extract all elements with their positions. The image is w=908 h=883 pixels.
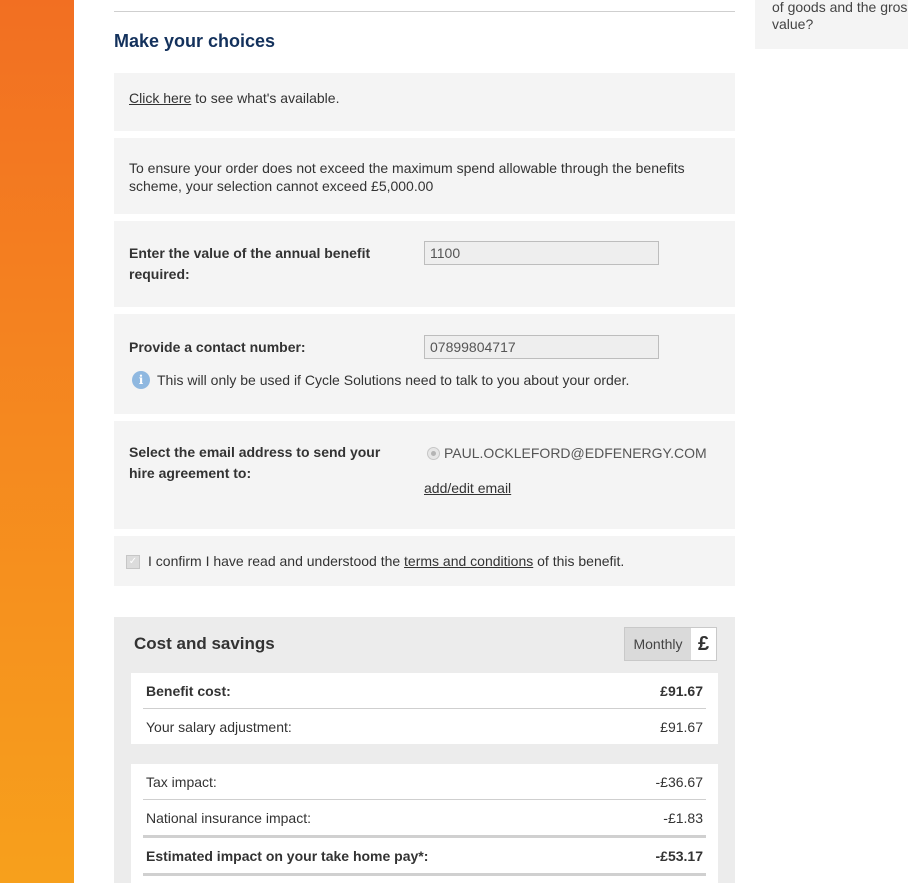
divider: [114, 11, 735, 12]
pound-icon[interactable]: £: [691, 628, 716, 660]
section-title: Make your choices: [114, 31, 276, 51]
ni-impact-row: National insurance impact: -£1.83: [143, 800, 706, 835]
tax-impact-row: Tax impact: -£36.67: [143, 764, 706, 799]
tax-impact-value: -£36.67: [655, 773, 703, 790]
contact-number-input[interactable]: [424, 335, 659, 359]
terms-confirm-panel: ✓ I confirm I have read and understood t…: [114, 536, 735, 586]
availability-panel: Click here to see what's available.: [114, 73, 735, 131]
annual-benefit-panel: Enter the value of the annual benefit re…: [114, 221, 735, 307]
ni-impact-label: National insurance impact:: [146, 809, 311, 826]
take-home-value: -£53.17: [655, 847, 703, 864]
ni-impact-value: -£1.83: [663, 809, 703, 826]
take-home-row: Estimated impact on your take home pay*:…: [143, 838, 706, 873]
salary-adjustment-row: Your salary adjustment: £91.67: [143, 709, 706, 744]
impact-card: Tax impact: -£36.67 National insurance i…: [131, 764, 718, 883]
brand-side-bar: [0, 0, 74, 883]
email-radio[interactable]: [427, 447, 440, 460]
contact-panel: Provide a contact number: i This will on…: [114, 314, 735, 414]
period-toggle[interactable]: Monthly £: [624, 627, 717, 661]
side-help-text: of goods and the gros value?: [772, 0, 908, 32]
annual-benefit-label: Enter the value of the annual benefit re…: [129, 245, 371, 282]
email-panel: Select the email address to send your hi…: [114, 421, 735, 529]
info-icon: i: [132, 371, 150, 389]
salary-adjustment-label: Your salary adjustment:: [146, 718, 292, 735]
email-label: Select the email address to send your hi…: [129, 444, 381, 481]
benefit-cost-card: Benefit cost: £91.67 Your salary adjustm…: [131, 673, 718, 744]
monthly-toggle-button[interactable]: Monthly: [625, 628, 691, 660]
add-edit-email-link[interactable]: add/edit email: [424, 480, 511, 496]
benefit-cost-row: Benefit cost: £91.67: [143, 673, 706, 708]
terms-link[interactable]: terms and conditions: [404, 553, 533, 569]
annual-benefit-input[interactable]: [424, 241, 659, 265]
click-here-link[interactable]: Click here: [129, 90, 191, 106]
availability-text: Click here to see what's available.: [129, 90, 339, 106]
contact-info-text: This will only be used if Cycle Solution…: [157, 372, 630, 388]
benefit-cost-label: Benefit cost:: [146, 682, 231, 699]
contact-label: Provide a contact number:: [129, 339, 306, 355]
take-home-label: Estimated impact on your take home pay*:: [146, 847, 429, 864]
terms-text: I confirm I have read and understood the…: [148, 553, 624, 569]
cost-savings-panel: Cost and savings Monthly £ Benefit cost:…: [114, 617, 735, 883]
spend-limit-notice: To ensure your order does not exceed the…: [114, 138, 735, 214]
benefit-cost-value: £91.67: [660, 682, 703, 699]
terms-prefix: I confirm I have read and understood the: [148, 553, 405, 569]
row-divider: [143, 873, 706, 876]
availability-rest-text: to see what's available.: [191, 90, 340, 106]
cost-title: Cost and savings: [134, 634, 275, 653]
tax-impact-label: Tax impact:: [146, 773, 217, 790]
spend-limit-text: To ensure your order does not exceed the…: [129, 160, 685, 194]
email-option-text: PAUL.OCKLEFORD@EDFENERGY.COM: [444, 445, 707, 461]
salary-adjustment-value: £91.67: [660, 718, 703, 735]
terms-checkbox[interactable]: ✓: [126, 555, 140, 569]
terms-suffix: of this benefit.: [533, 553, 625, 569]
side-help-panel: of goods and the gros value?: [755, 0, 908, 49]
